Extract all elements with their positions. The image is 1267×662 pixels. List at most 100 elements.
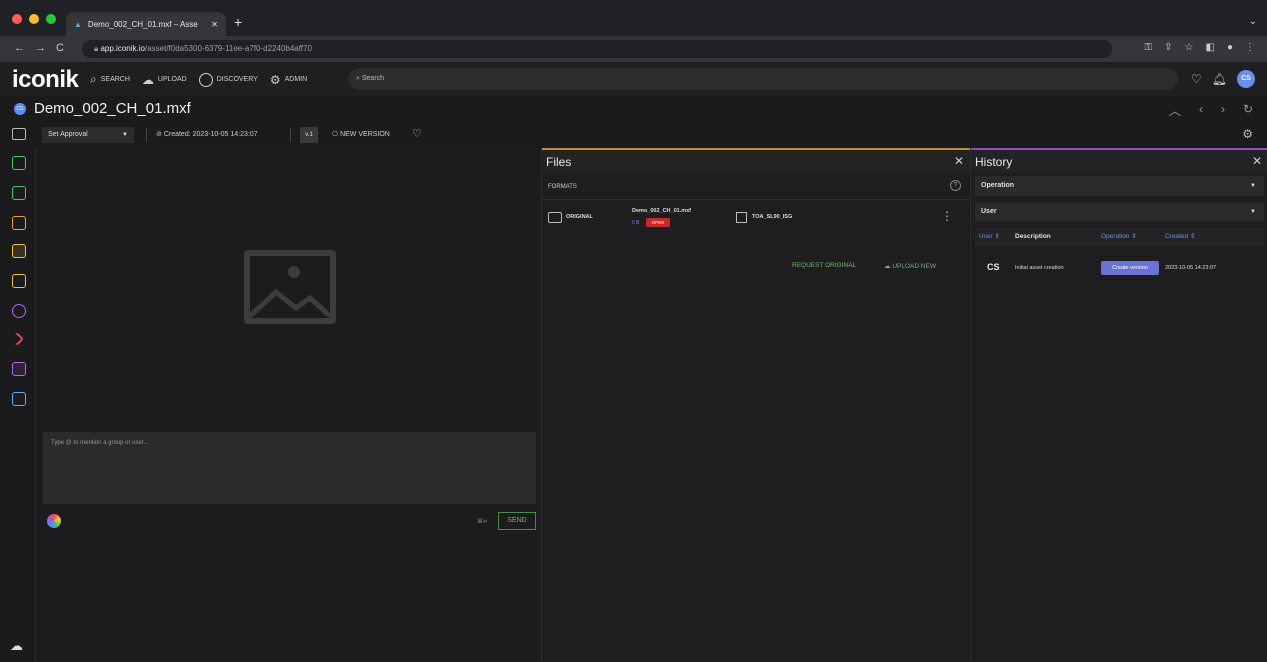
close-files-icon[interactable]: ✕ bbox=[954, 154, 964, 168]
collapse-chevron-up-icon[interactable]: ︿ bbox=[1169, 102, 1181, 119]
metadata-icon[interactable] bbox=[12, 156, 26, 170]
nav-admin-label: ADMIN bbox=[284, 76, 308, 83]
emoji-picker-icon[interactable] bbox=[47, 514, 61, 528]
close-tab-icon[interactable]: ✕ bbox=[211, 20, 218, 29]
back-icon[interactable]: ← bbox=[14, 42, 25, 54]
operation-filter-select[interactable]: Operation ▼ bbox=[975, 176, 1264, 196]
approval-value: Set Approval bbox=[48, 131, 88, 138]
version-badge[interactable]: v.1 bbox=[300, 127, 318, 143]
col-user-label: User bbox=[979, 233, 993, 240]
divider bbox=[290, 128, 291, 142]
formats-label: FORMATS bbox=[548, 184, 577, 190]
files-pane: Files ✕ FORMATS ? ORIGINAL Demo_002_CH_0… bbox=[541, 148, 970, 662]
more-options-icon[interactable]: ⋮ bbox=[941, 209, 953, 223]
image-view-icon[interactable] bbox=[12, 128, 26, 140]
files-panel-icon[interactable] bbox=[12, 244, 26, 258]
comments-icon[interactable] bbox=[12, 186, 26, 200]
divider bbox=[542, 199, 970, 200]
settings-gear-icon[interactable]: ⚙ bbox=[1242, 127, 1253, 141]
camera-icon[interactable] bbox=[12, 274, 26, 288]
user-avatar[interactable]: CS bbox=[1237, 70, 1255, 88]
asset-viewer: Type @ to mention a group or user... ⌘↵ … bbox=[37, 148, 541, 662]
minimize-window-button[interactable] bbox=[29, 14, 39, 24]
new-version-label: NEW VERSION bbox=[340, 131, 390, 138]
send-shortcut-hint: ⌘↵ bbox=[477, 519, 489, 525]
chevron-down-icon: ▼ bbox=[122, 132, 128, 138]
send-button[interactable]: SEND bbox=[498, 512, 536, 530]
asset-toolbar: Set Approval ▼ ⊘ Created: 2023-10-05 14:… bbox=[0, 122, 1267, 148]
approval-select[interactable]: Set Approval ▼ bbox=[42, 127, 134, 143]
browser-tab-strip: ▲ Demo_002_CH_01.mxf – Asse ✕ + ⌄ bbox=[0, 0, 1267, 36]
chevron-down-icon: ▼ bbox=[1250, 183, 1256, 189]
favicon-icon: ▲ bbox=[74, 19, 82, 29]
tab-list-chevron-icon[interactable]: ⌄ bbox=[1249, 16, 1257, 27]
sidepanel-icon[interactable]: ◧ bbox=[1206, 42, 1215, 53]
url-path: /asset/f0da5300-6379-11ee-a7f0-d2240b4af… bbox=[144, 44, 312, 53]
menu-icon[interactable]: ⋮ bbox=[1245, 42, 1255, 53]
col-created-label: Created bbox=[1165, 233, 1189, 240]
col-description: Description bbox=[1015, 233, 1051, 240]
upload-new-button[interactable]: ☁ UPLOAD NEW bbox=[884, 262, 936, 270]
close-window-button[interactable] bbox=[12, 14, 22, 24]
iconik-logo[interactable]: iconik bbox=[12, 66, 79, 94]
nav-upload[interactable]: ☁ UPLOAD bbox=[142, 72, 187, 87]
star-icon[interactable]: ☆ bbox=[1185, 42, 1194, 53]
maximize-window-button[interactable] bbox=[46, 14, 56, 24]
key-icon[interactable]: ⚿ bbox=[1145, 42, 1153, 53]
col-user[interactable]: User ⇕ bbox=[979, 228, 1000, 246]
request-original-button[interactable]: REQUEST ORIGINAL bbox=[792, 262, 856, 269]
relations-icon[interactable] bbox=[12, 304, 26, 318]
url-field[interactable]: 🔒︎ app.iconik.io/asset/f0da5300-6379-11e… bbox=[82, 40, 1112, 58]
comment-input[interactable]: Type @ to mention a group or user... bbox=[43, 432, 536, 504]
share-icon[interactable]: ⇪ bbox=[1164, 42, 1172, 53]
nav-discovery-label: DISCOVERY bbox=[216, 76, 258, 83]
divider bbox=[146, 128, 147, 142]
chevron-down-icon: ▼ bbox=[1250, 209, 1256, 215]
reload-icon[interactable]: C bbox=[56, 42, 64, 54]
upload-cloud-icon: ☁ bbox=[141, 72, 154, 87]
col-operation[interactable]: Operation ⇕ bbox=[1101, 228, 1137, 246]
new-version-button[interactable]: ⎔ NEW VERSION bbox=[332, 130, 390, 138]
search-input[interactable]: ⌕ Search bbox=[348, 68, 1178, 90]
nav-search-label: SEARCH bbox=[100, 76, 130, 83]
comment-placeholder: Type @ to mention a group or user... bbox=[51, 440, 149, 446]
favorite-heart-icon[interactable]: ♡ bbox=[412, 127, 422, 140]
upload-new-label: UPLOAD NEW bbox=[892, 263, 937, 270]
nav-discovery[interactable]: DISCOVERY bbox=[198, 72, 258, 87]
user-filter-select[interactable]: User ▼ bbox=[975, 202, 1264, 222]
placeholder-mountain bbox=[250, 288, 330, 318]
favorites-heart-icon[interactable]: ♡ bbox=[1191, 72, 1202, 86]
history-row-operation-badge: Create version bbox=[1101, 261, 1159, 275]
close-history-icon[interactable]: ✕ bbox=[1252, 154, 1262, 168]
share-arrow-icon[interactable] bbox=[9, 331, 25, 347]
collections-tree-icon[interactable] bbox=[12, 392, 26, 406]
forward-icon[interactable]: → bbox=[35, 42, 46, 54]
refresh-icon[interactable]: ↻ bbox=[1243, 102, 1253, 119]
new-tab-button[interactable]: + bbox=[234, 14, 242, 30]
upload-cloud-icon[interactable]: ☁ bbox=[10, 638, 23, 654]
file-size: 0 B bbox=[632, 220, 640, 226]
user-filter-value: User bbox=[981, 208, 997, 215]
clock-icon: ⊘ bbox=[156, 131, 164, 138]
operation-filter-value: Operation bbox=[981, 182, 1015, 189]
asset-title-bar: CS Demo_002_CH_01.mxf ︿ ‹ › ↻ bbox=[0, 96, 1267, 122]
search-placeholder: Search bbox=[361, 75, 385, 82]
nav-upload-label: UPLOAD bbox=[157, 76, 187, 83]
history-row-created: 2023-10-05 14:23:07 bbox=[1165, 265, 1217, 271]
files-title: Files bbox=[546, 155, 572, 169]
notifications-bell-icon[interactable]: 🔔︎ bbox=[1212, 72, 1227, 86]
nav-admin[interactable]: ⚙ ADMIN bbox=[270, 72, 307, 87]
nav-search[interactable]: ⌕ SEARCH bbox=[90, 72, 130, 87]
created-date: ⊘ Created: 2023-10-05 14:23:07 bbox=[156, 130, 258, 138]
browser-tab[interactable]: ▲ Demo_002_CH_01.mxf – Asse ✕ bbox=[66, 12, 226, 36]
file-name[interactable]: Demo_002_CH_01.mxf bbox=[632, 208, 691, 214]
next-asset-icon[interactable]: › bbox=[1221, 102, 1225, 119]
profile-icon[interactable]: ● bbox=[1227, 42, 1233, 53]
approval-thumbs-icon[interactable] bbox=[12, 216, 26, 230]
col-created[interactable]: Created ⇕ bbox=[1165, 228, 1195, 246]
panel-sidebar: ☁ bbox=[0, 148, 36, 662]
url-domain: app.iconik.io bbox=[100, 44, 145, 53]
history-clock-icon[interactable] bbox=[12, 362, 26, 376]
previous-asset-icon[interactable]: ‹ bbox=[1199, 102, 1203, 119]
help-icon[interactable]: ? bbox=[950, 180, 961, 191]
